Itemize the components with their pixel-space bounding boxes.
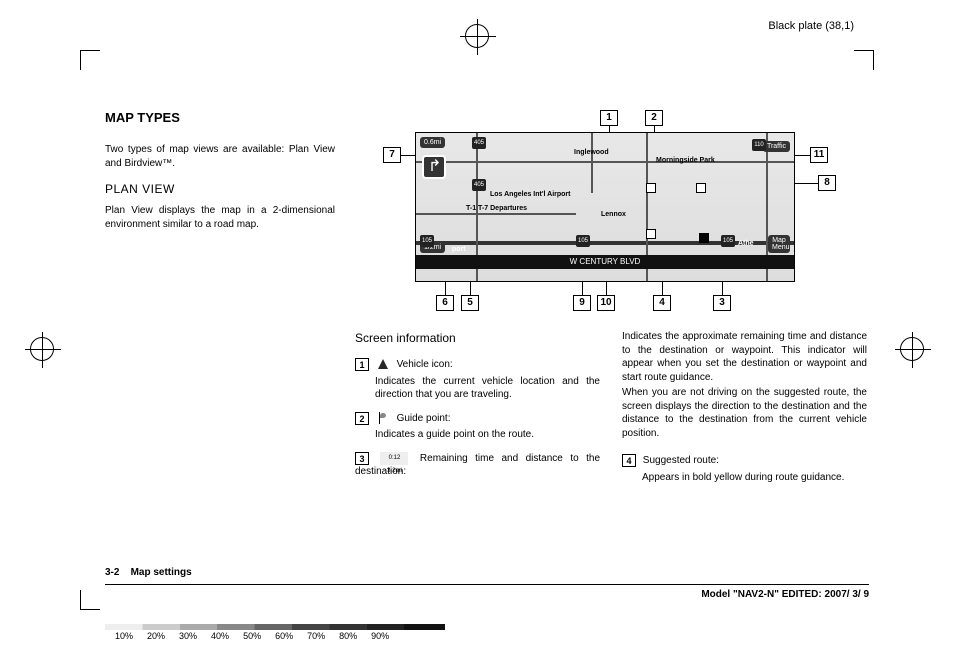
callout-2: 2 [645,110,663,126]
crop-mark [80,50,100,70]
map-label: Lennox [601,211,626,218]
traffic-badge: Traffic [763,141,790,152]
callout-10: 10 [597,295,615,311]
pct: 40% [211,631,229,641]
pct: 20% [147,631,165,641]
percent-labels: 10% 20% 30% 40% 50% 60% 70% 80% 90% [115,631,869,641]
shield-405: 405 [472,137,486,149]
callout-8: 8 [818,175,836,191]
shield-105: 105 [721,235,735,247]
map-label: Los Angeles Int'l Airport [490,191,570,198]
shield-105: 105 [420,235,434,247]
map-figure: 1 2 7 11 8 6 5 9 10 4 3 [375,110,875,310]
legend-number: 2 [355,412,369,425]
callout-3: 3 [713,295,731,311]
pct: 10% [115,631,133,641]
callout-11: 11 [810,147,828,163]
pct: 90% [371,631,389,641]
callout-line [795,183,818,184]
map-screenshot: 0.6mi 1/2mi Traffic Map Menu ⚑ 0:12, 3.2… [415,132,795,282]
legend-desc-continued-2: When you are not driving on the suggeste… [622,386,867,440]
checkered-flag-icon [699,233,709,243]
callout-7: 7 [383,147,401,163]
callout-line [470,282,471,295]
map-label: Morningside Park [656,157,715,164]
callout-line [795,155,810,156]
plan-view-desc: Plan View displays the map in a 2-dimens… [105,204,335,231]
model-info: Model "NAV2-N" EDITED: 2007/ 3/ 9 [701,589,869,600]
legend-label: Vehicle icon: [397,359,453,370]
callout-5: 5 [461,295,479,311]
section-title: MAP TYPES [105,110,335,125]
crop-mark [80,590,100,610]
remaining-icon: 0:12 3.2mi [380,452,408,465]
callout-1: 1 [600,110,618,126]
legend-label: Guide point: [397,413,451,424]
map-label: Athe [738,240,754,247]
plate-label: Black plate (38,1) [768,20,854,32]
poi-marker [646,229,656,239]
legend-number: 4 [622,454,636,467]
intro-text: Two types of map views are available: Pl… [105,143,335,170]
legend-desc: Indicates the current vehicle location a… [355,375,600,402]
legend-desc: Indicates a guide point on the route. [355,428,600,442]
poi-marker [696,183,706,193]
legend-item-3: 3 0:12 3.2mi Remaining time and distance… [355,452,600,479]
plan-view-title: PLAN VIEW [105,182,335,196]
legend-item-2: 2 Guide point: Indicates a guide point o… [355,412,600,442]
map-label: port [452,246,466,253]
density-bar: 10% 20% 30% 40% 50% 60% 70% 80% 90% [105,624,869,640]
map-label: T-1 T-7 Departures [466,205,527,212]
page-footer-title: Map settings [131,567,192,578]
crop-mark [854,50,874,70]
registration-mark [900,337,924,361]
pct: 50% [243,631,261,641]
poi-marker [646,183,656,193]
registration-mark [465,24,489,48]
turn-arrow-icon [422,155,446,179]
pct: 60% [275,631,293,641]
pct: 70% [307,631,325,641]
legend-item-1: 1 Vehicle icon: Indicates the current ve… [355,358,600,402]
legend-number: 3 [355,452,369,465]
footer-divider [105,584,869,585]
page-number: 3-2 [105,567,119,578]
legend-label: Suggested route: [643,455,719,466]
pct: 80% [339,631,357,641]
vehicle-icon [376,358,390,371]
street-banner: W CENTURY BLVD [416,255,794,269]
legend-item-4: 4 Suggested route: Appears in bold yello… [622,454,867,484]
pct: 30% [179,631,197,641]
shield-105: 105 [576,235,590,247]
shield-405: 405 [472,179,486,191]
map-label: Inglewood [574,149,609,156]
gradient-strip [105,624,445,630]
screen-info-title: Screen information [355,330,600,346]
legend-desc-continued: Indicates the approximate remaining time… [622,330,867,384]
distance-badge: 0.6mi [420,137,445,148]
legend-desc: Appears in bold yellow during route guid… [622,471,867,485]
callout-9: 9 [573,295,591,311]
guide-point-icon [376,412,390,425]
map-menu-badge: Map Menu [768,235,790,253]
callout-line [445,282,446,295]
callout-6: 6 [436,295,454,311]
callout-4: 4 [653,295,671,311]
registration-mark [30,337,54,361]
callout-line [401,155,415,156]
shield-110: 110 [752,139,766,151]
legend-number: 1 [355,358,369,371]
callout-line [722,282,723,295]
